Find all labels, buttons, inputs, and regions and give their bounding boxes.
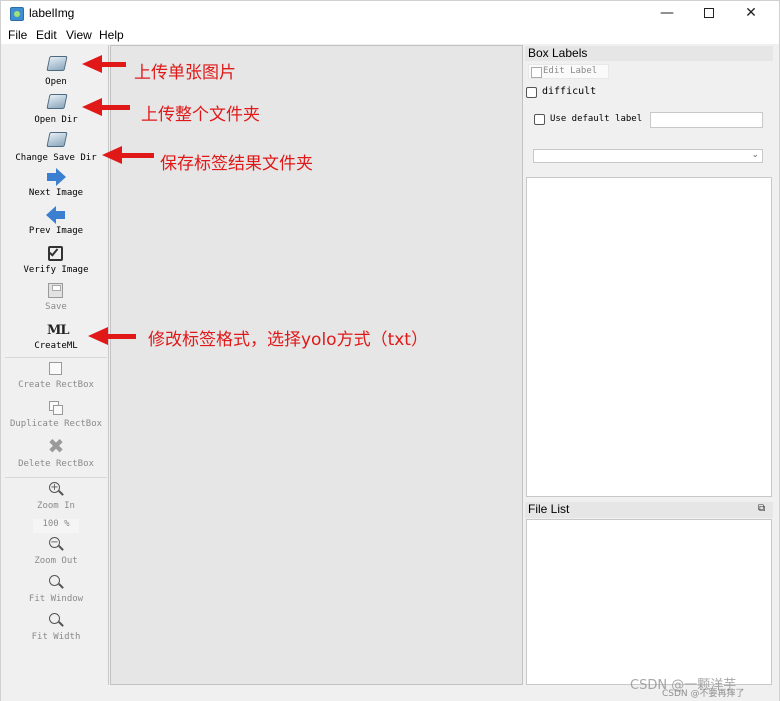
title-bar: labelImg — ✕ <box>1 1 779 27</box>
fit-width-label: Fit Width <box>31 632 81 642</box>
duplicate-icon <box>46 398 66 418</box>
edit-label-button[interactable]: Edit Label <box>528 64 609 79</box>
arrow-right-icon <box>46 167 66 187</box>
window-title: labelImg <box>29 6 75 20</box>
checkbox-icon <box>46 244 66 264</box>
difficult-checkbox[interactable] <box>526 87 537 98</box>
duplicate-rectbox-button[interactable]: Duplicate RectBox <box>3 398 109 429</box>
file-list[interactable] <box>526 519 772 685</box>
annotation-create-ml: 修改标签格式，选择yolo方式（txt） <box>148 330 428 350</box>
next-image-button[interactable]: Next Image <box>3 167 109 198</box>
default-label-input[interactable] <box>650 112 763 128</box>
change-save-dir-label: Change Save Dir <box>15 153 97 163</box>
verify-image-label: Verify Image <box>23 265 89 275</box>
chevron-down-icon: ⌄ <box>751 150 759 160</box>
fit-window-label: Fit Window <box>28 594 84 604</box>
fit-width-button[interactable]: Fit Width <box>3 611 109 642</box>
fit-window-icon <box>46 573 66 593</box>
ml-format-icon: ML <box>47 323 70 338</box>
undock-icon[interactable]: ⧉ <box>758 503 765 514</box>
delete-x-icon: ✖ <box>47 434 65 458</box>
menu-edit[interactable]: Edit <box>36 28 57 42</box>
folder-icon <box>46 56 68 76</box>
next-image-label: Next Image <box>28 188 84 198</box>
zoom-out-label: Zoom Out <box>34 556 78 566</box>
open-label: Open <box>45 77 67 87</box>
zoom-value-spinbox[interactable]: 100 % <box>33 519 79 533</box>
zoom-out-button[interactable]: − Zoom Out <box>3 535 109 566</box>
create-rect-icon <box>46 359 66 379</box>
prev-image-label: Prev Image <box>28 226 84 236</box>
box-labels-title: Box Labels <box>525 46 773 61</box>
fit-window-button[interactable]: Fit Window <box>3 573 109 604</box>
menu-bar: File Edit View Help <box>1 27 779 44</box>
zoom-out-icon: − <box>46 535 66 555</box>
toolbar-separator <box>5 477 107 478</box>
prev-image-button[interactable]: Prev Image <box>3 205 109 236</box>
annotation-open: 上传单张图片 <box>134 63 236 83</box>
annotation-open-dir: 上传整个文件夹 <box>141 105 260 125</box>
toolbar-separator <box>5 357 107 358</box>
duplicate-rectbox-label: Duplicate RectBox <box>9 419 103 429</box>
create-rectbox-label: Create RectBox <box>18 380 94 390</box>
fit-width-icon <box>46 611 66 631</box>
zoom-in-label: Zoom In <box>37 501 75 511</box>
zoom-in-icon: + <box>46 480 66 500</box>
minimize-button[interactable]: — <box>647 1 687 27</box>
left-toolbar: Open Open Dir Change Save Dir Next Image… <box>3 45 109 685</box>
csdn-watermark-secondary: CSDN @不要再摔了 <box>662 689 745 699</box>
maximize-button[interactable] <box>689 1 729 27</box>
app-logo-icon <box>10 7 24 21</box>
open-dir-label: Open Dir <box>34 115 78 125</box>
folder-icon <box>46 132 68 152</box>
arrow-left-icon <box>46 205 66 225</box>
maximize-icon <box>704 8 714 18</box>
change-save-dir-button[interactable]: Change Save Dir <box>3 129 109 163</box>
use-default-label-checkbox[interactable] <box>534 114 545 125</box>
folder-icon <box>46 94 68 114</box>
zoom-in-button[interactable]: + Zoom In <box>3 480 109 511</box>
image-canvas[interactable] <box>110 45 523 685</box>
annotation-change-save-dir: 保存标签结果文件夹 <box>160 154 313 174</box>
menu-file[interactable]: File <box>8 28 27 42</box>
verify-image-button[interactable]: Verify Image <box>3 244 109 275</box>
difficult-label: difficult <box>542 86 597 97</box>
label-list[interactable] <box>526 177 772 497</box>
menu-help[interactable]: Help <box>99 28 124 42</box>
create-rectbox-button[interactable]: Create RectBox <box>3 359 109 390</box>
close-button[interactable]: ✕ <box>731 1 771 27</box>
floppy-disk-icon <box>46 281 66 301</box>
save-button[interactable]: Save <box>3 281 109 312</box>
label-filter-combo[interactable]: ⌄ <box>533 149 763 163</box>
delete-rectbox-button[interactable]: ✖ Delete RectBox <box>3 434 109 469</box>
menu-view[interactable]: View <box>66 28 92 42</box>
save-label: Save <box>45 302 67 312</box>
use-default-label-text: Use default label <box>550 114 643 124</box>
file-list-title: File List <box>525 502 773 518</box>
delete-rectbox-label: Delete RectBox <box>18 459 94 469</box>
